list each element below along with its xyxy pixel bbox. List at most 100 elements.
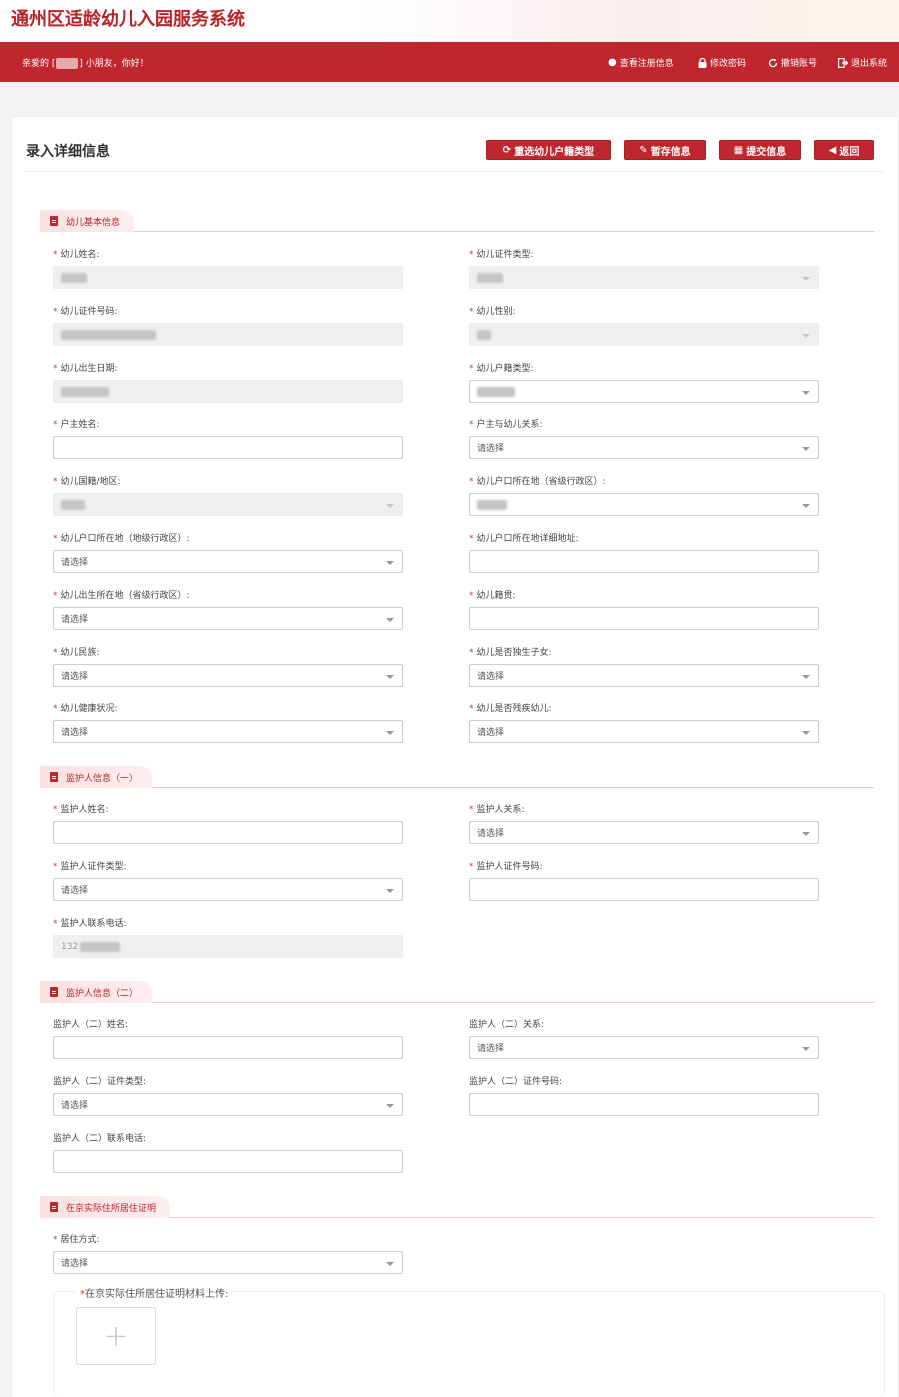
guardian2-id-number-input[interactable] bbox=[469, 1093, 819, 1116]
redacted-value bbox=[80, 941, 121, 952]
title-divider bbox=[26, 171, 884, 172]
upload-button[interactable]: + bbox=[76, 1307, 156, 1365]
section-guardian1: 监护人信息（一） bbox=[40, 766, 874, 788]
guardian1-phone-label: * 监护人联系电话: bbox=[53, 919, 127, 929]
householder-relation-label: * 户主与幼儿关系: bbox=[469, 420, 543, 430]
page-title: 录入详细信息 bbox=[26, 144, 110, 160]
nav-change-password-label: 修改密码 bbox=[710, 59, 747, 69]
residence-upload-group: *在京实际住所居住证明材料上传: + bbox=[53, 1285, 885, 1397]
document-icon bbox=[50, 772, 58, 782]
child-id-number-label: * 幼儿证件号码: bbox=[53, 307, 118, 317]
save-draft-label: 暂存信息 bbox=[650, 146, 691, 158]
guardian2-name-input[interactable] bbox=[53, 1036, 403, 1059]
reselect-hukou-button[interactable]: ⟳ 重选幼儿户籍类型 bbox=[486, 140, 611, 160]
submit-label: 提交信息 bbox=[746, 146, 787, 158]
child-gender-select[interactable] bbox=[469, 323, 819, 346]
child-health-select[interactable]: 请选择 bbox=[53, 720, 403, 743]
arrow-left-icon: ◀ bbox=[828, 144, 837, 156]
back-label: 返回 bbox=[839, 146, 860, 158]
logout-icon bbox=[838, 57, 848, 68]
submit-button[interactable]: ▦ 提交信息 bbox=[719, 140, 801, 160]
redacted-value bbox=[61, 386, 109, 397]
greeting: 亲爱的 [] 小朋友，你好！ bbox=[22, 56, 149, 69]
guardian1-relation-select[interactable]: 请选择 bbox=[469, 821, 819, 844]
nav-logout-label: 退出系统 bbox=[851, 59, 888, 69]
section-guardian2-title: 监护人信息（二） bbox=[66, 988, 139, 999]
child-birth-province-select[interactable]: 请选择 bbox=[53, 607, 403, 630]
refresh-icon bbox=[768, 58, 778, 67]
child-birth-date-input[interactable] bbox=[53, 380, 403, 403]
greeting-bracket-open: [ bbox=[51, 59, 56, 69]
child-name-input[interactable] bbox=[53, 266, 403, 289]
child-hukou-address-label: * 幼儿户口所在地详细地址: bbox=[469, 534, 579, 544]
child-hukou-city-select[interactable]: 请选择 bbox=[53, 550, 403, 573]
guardian1-id-type-label: * 监护人证件类型: bbox=[53, 862, 127, 872]
child-hukou-type-select[interactable] bbox=[469, 380, 819, 403]
guardian1-relation-label: * 监护人关系: bbox=[469, 805, 525, 815]
child-birth-province-label: * 幼儿出生所在地（省级行政区）: bbox=[53, 591, 190, 601]
nav-view-registration[interactable]: ● 查看注册信息 bbox=[608, 56, 674, 69]
nav-cancel-account-label: 撤销账号 bbox=[781, 59, 818, 69]
section-residence-title: 在京实际住所居住证明 bbox=[66, 1203, 157, 1214]
guardian2-phone-input[interactable] bbox=[53, 1150, 403, 1173]
redacted-value bbox=[477, 272, 503, 283]
child-hukou-type-label: * 幼儿户籍类型: bbox=[469, 364, 534, 374]
child-ethnicity-select[interactable]: 请选择 bbox=[53, 664, 403, 687]
guardian2-id-type-select[interactable]: 请选择 bbox=[53, 1093, 403, 1116]
redacted-value bbox=[477, 386, 515, 397]
nav-change-password[interactable]: 修改密码 bbox=[698, 56, 746, 69]
guardian1-name-input[interactable] bbox=[53, 821, 403, 844]
guardian2-relation-label: 监护人（二）关系: bbox=[469, 1020, 545, 1030]
residence-mode-label: * 居住方式: bbox=[53, 1235, 100, 1245]
child-gender-label: * 幼儿性别: bbox=[469, 307, 516, 317]
child-disabled-select[interactable]: 请选择 bbox=[469, 720, 819, 743]
nav-logout[interactable]: 退出系统 bbox=[838, 56, 887, 69]
guardian1-id-number-input[interactable] bbox=[469, 878, 819, 901]
guardian2-id-number-label: 监护人（二）证件号码: bbox=[469, 1077, 563, 1087]
guardian1-name-label: * 监护人姓名: bbox=[53, 805, 109, 815]
child-id-type-label: * 幼儿证件类型: bbox=[469, 250, 534, 260]
redacted-value bbox=[61, 272, 87, 283]
guardian2-phone-label: 监护人（二）联系电话: bbox=[53, 1134, 147, 1144]
save-draft-button[interactable]: ✎ 暂存信息 bbox=[624, 140, 706, 160]
redacted-name bbox=[56, 58, 79, 69]
lock-icon bbox=[698, 57, 707, 68]
child-id-type-select[interactable] bbox=[469, 266, 819, 289]
guardian1-id-number-label: * 监护人证件号码: bbox=[469, 862, 543, 872]
section-child-info-title: 幼儿基本信息 bbox=[66, 217, 121, 228]
child-id-number-input[interactable] bbox=[53, 323, 403, 346]
child-health-label: * 幼儿健康状况: bbox=[53, 704, 118, 714]
child-only-child-select[interactable]: 请选择 bbox=[469, 664, 819, 687]
child-name-label: * 幼儿姓名: bbox=[53, 250, 100, 260]
redacted-value bbox=[61, 329, 156, 340]
householder-relation-select[interactable]: 请选择 bbox=[469, 436, 819, 459]
child-hukou-address-input[interactable] bbox=[469, 550, 819, 573]
pencil-icon: ✎ bbox=[639, 144, 648, 156]
section-residence-tab: 在京实际住所居住证明 bbox=[40, 1196, 171, 1218]
householder-name-input[interactable] bbox=[53, 436, 403, 459]
guardian1-phone-input[interactable]: 132 bbox=[53, 935, 403, 958]
redacted-value bbox=[477, 499, 507, 510]
child-hukou-city-label: * 幼儿户口所在地（地级行政区）: bbox=[53, 534, 190, 544]
residence-mode-select[interactable]: 请选择 bbox=[53, 1251, 403, 1274]
section-guardian2-tab: 监护人信息（二） bbox=[40, 981, 153, 1003]
refresh-icon: ⟳ bbox=[502, 144, 512, 156]
child-native-place-input[interactable] bbox=[469, 607, 819, 630]
guardian2-relation-select[interactable]: 请选择 bbox=[469, 1036, 819, 1059]
document-icon bbox=[50, 987, 58, 997]
section-child-info: 幼儿基本信息 bbox=[40, 210, 874, 232]
plus-icon: + bbox=[103, 1318, 129, 1354]
guardian1-id-type-select[interactable]: 请选择 bbox=[53, 878, 403, 901]
nav-cancel-account[interactable]: 撤销账号 bbox=[768, 56, 817, 69]
redacted-value bbox=[477, 329, 491, 340]
back-button[interactable]: ◀ 返回 bbox=[814, 140, 874, 160]
nav-view-registration-label: 查看注册信息 bbox=[619, 59, 674, 69]
section-guardian1-title: 监护人信息（一） bbox=[66, 773, 139, 784]
section-residence: 在京实际住所居住证明 bbox=[40, 1196, 874, 1218]
child-disabled-label: * 幼儿是否残疾幼儿: bbox=[469, 704, 552, 714]
reselect-hukou-label: 重选幼儿户籍类型 bbox=[514, 146, 595, 158]
section-guardian1-tab: 监护人信息（一） bbox=[40, 766, 153, 788]
document-icon bbox=[50, 1202, 58, 1212]
child-hukou-province-select[interactable] bbox=[469, 493, 819, 516]
child-nationality-select[interactable] bbox=[53, 493, 403, 516]
